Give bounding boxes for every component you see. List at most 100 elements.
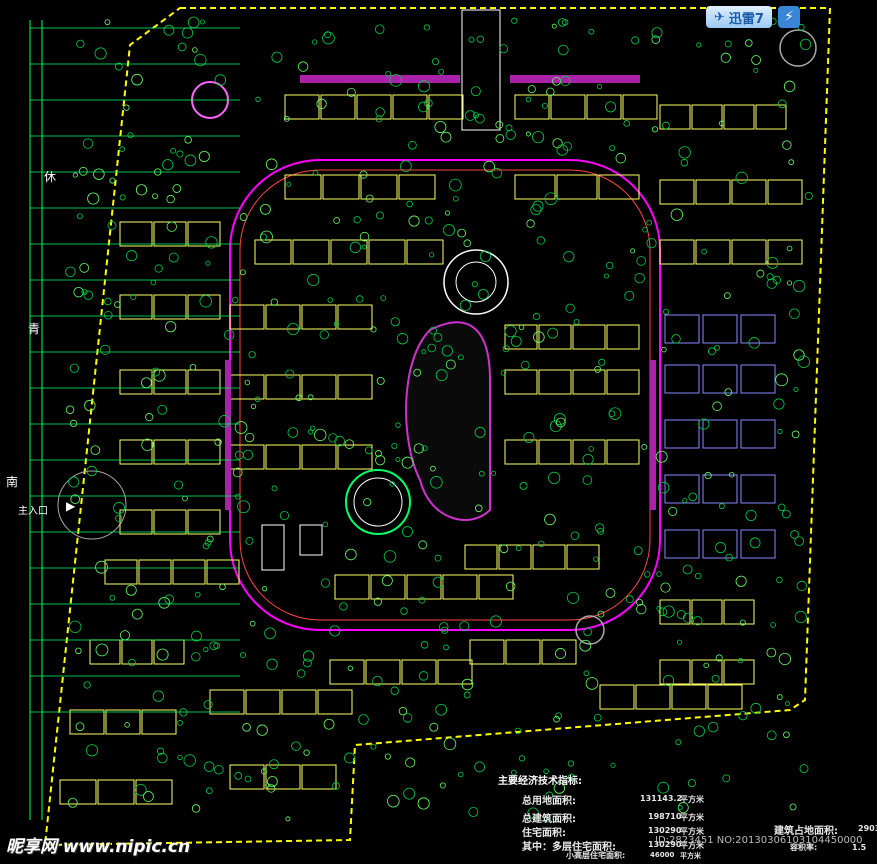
tree <box>242 449 254 460</box>
tree <box>375 211 384 220</box>
tree <box>777 429 783 435</box>
tree <box>124 722 130 728</box>
tree <box>644 571 651 578</box>
tree <box>361 244 367 250</box>
tree <box>353 216 361 224</box>
tree <box>646 219 653 226</box>
tree <box>100 344 111 355</box>
tree <box>176 150 184 158</box>
tree <box>323 718 335 730</box>
tree <box>65 266 76 278</box>
xunlei-badge[interactable]: ✈ 迅雷7 <box>706 6 772 28</box>
tree <box>491 470 497 476</box>
tree <box>782 509 791 519</box>
tree <box>182 495 188 502</box>
tree <box>390 317 400 327</box>
cad-drawing-canvas[interactable]: 休 青 南 主入口 ▶ 主要经济技术指标: 总用地面积: 131143.2 平方… <box>0 0 877 860</box>
tree <box>778 652 791 666</box>
building-block <box>265 304 301 330</box>
tree <box>271 51 283 63</box>
tree <box>624 290 635 301</box>
tree <box>527 85 536 94</box>
tree <box>239 269 246 276</box>
thunder-bolt-icon[interactable]: ⚡ <box>778 6 800 28</box>
tree <box>214 74 227 86</box>
tree <box>680 158 689 167</box>
building-block <box>622 94 658 120</box>
building-block <box>153 294 187 320</box>
building-block <box>599 684 635 710</box>
tree <box>214 764 224 775</box>
building-block <box>392 94 428 120</box>
tree <box>777 503 786 512</box>
tree <box>630 248 636 254</box>
building-block <box>245 689 281 715</box>
tree <box>439 782 446 789</box>
tree <box>165 321 177 333</box>
tree <box>239 651 246 659</box>
indicator-label-1: 总用地面积: <box>522 796 576 807</box>
tree <box>424 216 433 225</box>
tree <box>163 24 175 36</box>
tree <box>192 47 198 53</box>
building-block <box>329 659 365 685</box>
tree <box>408 140 417 150</box>
tree <box>784 701 790 707</box>
tree <box>295 394 303 402</box>
building-block <box>141 709 177 735</box>
building-block <box>59 779 97 805</box>
building-block <box>659 599 691 625</box>
building-block <box>292 239 330 265</box>
tree <box>344 439 355 449</box>
tree <box>166 221 177 232</box>
building-block <box>671 684 707 710</box>
tree <box>519 482 528 490</box>
tree <box>401 526 413 538</box>
building-block <box>69 709 105 735</box>
tree <box>179 708 188 717</box>
building-block <box>365 659 401 685</box>
tree <box>435 703 448 716</box>
building-block <box>723 104 755 130</box>
tree <box>145 413 154 422</box>
tree <box>751 55 762 65</box>
tree <box>158 596 170 609</box>
tree <box>753 67 759 73</box>
tree <box>339 602 348 611</box>
tree <box>204 539 212 546</box>
building-block <box>172 559 206 585</box>
indicator-value-3: 130290 <box>648 826 682 835</box>
tree <box>475 113 485 124</box>
tree <box>203 646 209 653</box>
tree <box>184 136 192 144</box>
tree <box>530 204 542 216</box>
villa-block <box>664 419 700 449</box>
tree <box>84 399 96 412</box>
tree <box>563 251 575 263</box>
tree <box>682 612 694 623</box>
tree <box>662 121 670 130</box>
building-block <box>187 509 221 535</box>
tree <box>605 101 617 113</box>
tree <box>125 584 137 596</box>
building-block <box>265 374 301 400</box>
building-block <box>731 179 767 205</box>
tree <box>403 787 416 800</box>
tree <box>505 129 516 140</box>
tree <box>177 754 183 760</box>
tree <box>511 17 518 24</box>
villa-block <box>702 474 738 504</box>
building-block <box>301 374 337 400</box>
building-block <box>229 304 265 330</box>
indicator-unit-1: 平方米 <box>680 795 704 804</box>
building-block <box>514 94 550 120</box>
tree <box>532 200 544 212</box>
tree <box>103 297 112 306</box>
tree <box>127 132 134 139</box>
tree <box>546 87 555 97</box>
building-block <box>755 104 787 130</box>
tree <box>573 318 580 325</box>
tree <box>109 177 116 184</box>
tree <box>476 35 485 43</box>
tree <box>547 327 559 339</box>
